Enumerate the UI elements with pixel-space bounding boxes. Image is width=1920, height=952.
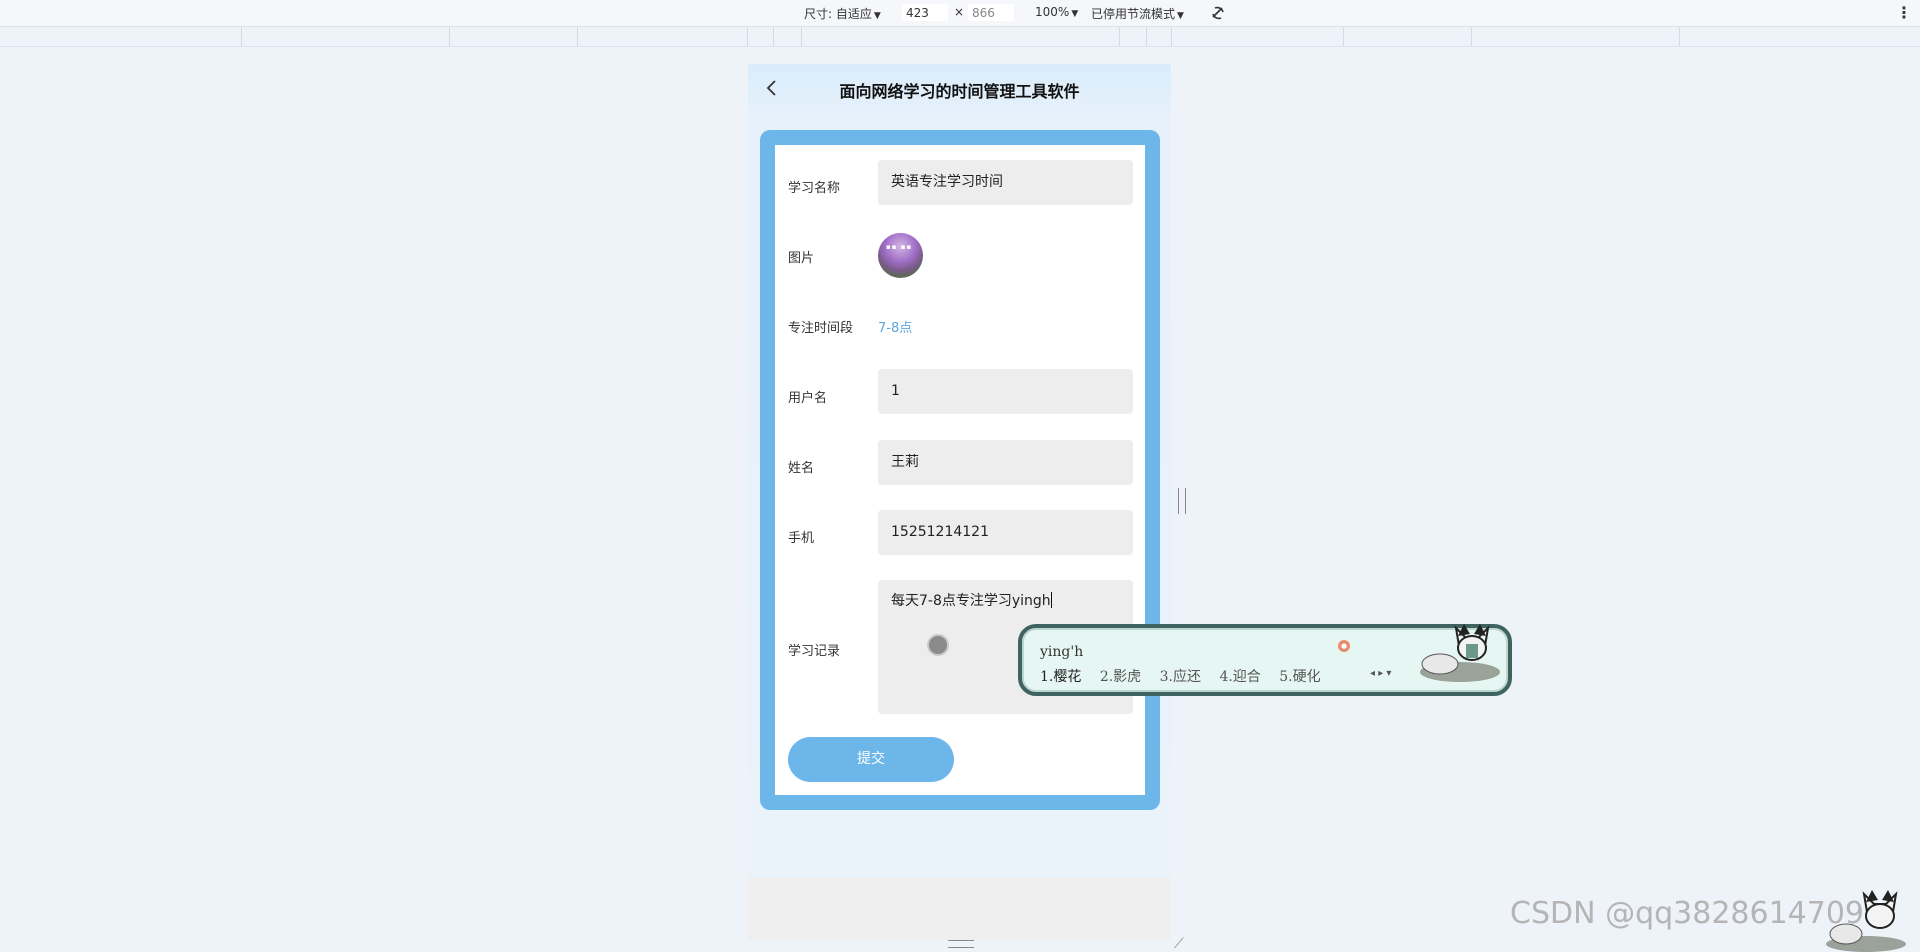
- device-viewport: 面向网络学习的时间管理工具软件 学习名称 英语专注学习时间 图片 ▪▪ ▪▪ 专…: [748, 64, 1171, 940]
- username-label: 用户名: [788, 391, 828, 406]
- ime-candidate[interactable]: 3.应还: [1160, 666, 1201, 686]
- throttle-label: 已停用节流模式: [1091, 7, 1176, 21]
- media-query-ruler: [0, 27, 1920, 47]
- resize-handle-right[interactable]: [1178, 488, 1186, 514]
- time-slot-picker[interactable]: 7-8点: [878, 317, 912, 336]
- csdn-watermark: CSDN @qq3828614709: [1510, 896, 1865, 931]
- name-label: 姓名: [788, 461, 815, 476]
- times-sign: ×: [954, 5, 965, 19]
- phone-label: 手机: [788, 531, 815, 546]
- study-name-label: 学习名称: [788, 181, 841, 196]
- ime-candidate[interactable]: 5.硬化: [1279, 666, 1320, 686]
- caret-down-icon: ▼: [873, 11, 881, 21]
- dimensions-label: 尺寸: 自适应: [804, 7, 872, 21]
- ime-composition: ying'h: [1040, 644, 1084, 660]
- ime-candidate[interactable]: 4.迎合: [1219, 666, 1260, 686]
- device-toolbar: 尺寸: 自适应▼ × 100%▼ 已停用节流模式▼ ⋮: [0, 0, 1920, 27]
- ime-page-arrows[interactable]: ◂ ▸ ▾: [1370, 668, 1391, 679]
- resize-handle-bottom[interactable]: [948, 940, 974, 948]
- text-cursor: [1050, 592, 1052, 608]
- form-frame: 学习名称 英语专注学习时间 图片 ▪▪ ▪▪ 专注时间段 7-8点 用户名 1 …: [760, 130, 1160, 810]
- username-input[interactable]: 1: [878, 369, 1133, 414]
- app-header: 面向网络学习的时间管理工具软件: [748, 64, 1171, 114]
- zoom-label: 100%: [1035, 5, 1070, 19]
- touch-pointer: [927, 634, 949, 656]
- caret-down-icon: ▼: [1071, 9, 1079, 19]
- name-input[interactable]: 王莉: [878, 440, 1133, 485]
- kebab-icon[interactable]: ⋮: [1896, 3, 1912, 22]
- ime-candidate-list: 1.樱花 2.影虎 3.应还 4.迎合 5.硬化: [1040, 666, 1335, 686]
- ime-logo-icon: ●: [1338, 640, 1350, 652]
- resize-handle-corner[interactable]: ⟋: [1174, 936, 1184, 952]
- record-label: 学习记录: [788, 644, 841, 659]
- throttle-select[interactable]: 已停用节流模式 ▼: [1091, 5, 1184, 22]
- record-text: 每天7-8点专注学习yingh: [891, 593, 1051, 609]
- submit-button[interactable]: 提交: [788, 737, 954, 782]
- time-slot-label: 专注时间段: [788, 321, 854, 336]
- ime-candidate[interactable]: 2.影虎: [1100, 666, 1141, 686]
- ime-candidate[interactable]: 1.樱花: [1040, 666, 1081, 686]
- zoom-select[interactable]: 100% ▼: [1035, 5, 1078, 19]
- study-name-input[interactable]: 英语专注学习时间: [878, 160, 1133, 205]
- caret-down-icon: ▼: [1177, 11, 1184, 21]
- width-input[interactable]: [902, 4, 948, 21]
- image-thumbnail[interactable]: ▪▪ ▪▪: [878, 233, 923, 278]
- thumbnail-decoration: ▪▪ ▪▪: [886, 243, 913, 251]
- cat-mascot-icon: [1420, 624, 1500, 682]
- dimensions-select[interactable]: 尺寸: 自适应 ▼: [804, 5, 881, 22]
- height-input[interactable]: [968, 4, 1014, 21]
- rotate-icon[interactable]: [1208, 3, 1228, 23]
- form-card: 学习名称 英语专注学习时间 图片 ▪▪ ▪▪ 专注时间段 7-8点 用户名 1 …: [775, 145, 1145, 795]
- phone-input[interactable]: 15251214121: [878, 510, 1133, 555]
- page-title: 面向网络学习的时间管理工具软件: [839, 82, 1080, 101]
- image-label: 图片: [788, 251, 815, 266]
